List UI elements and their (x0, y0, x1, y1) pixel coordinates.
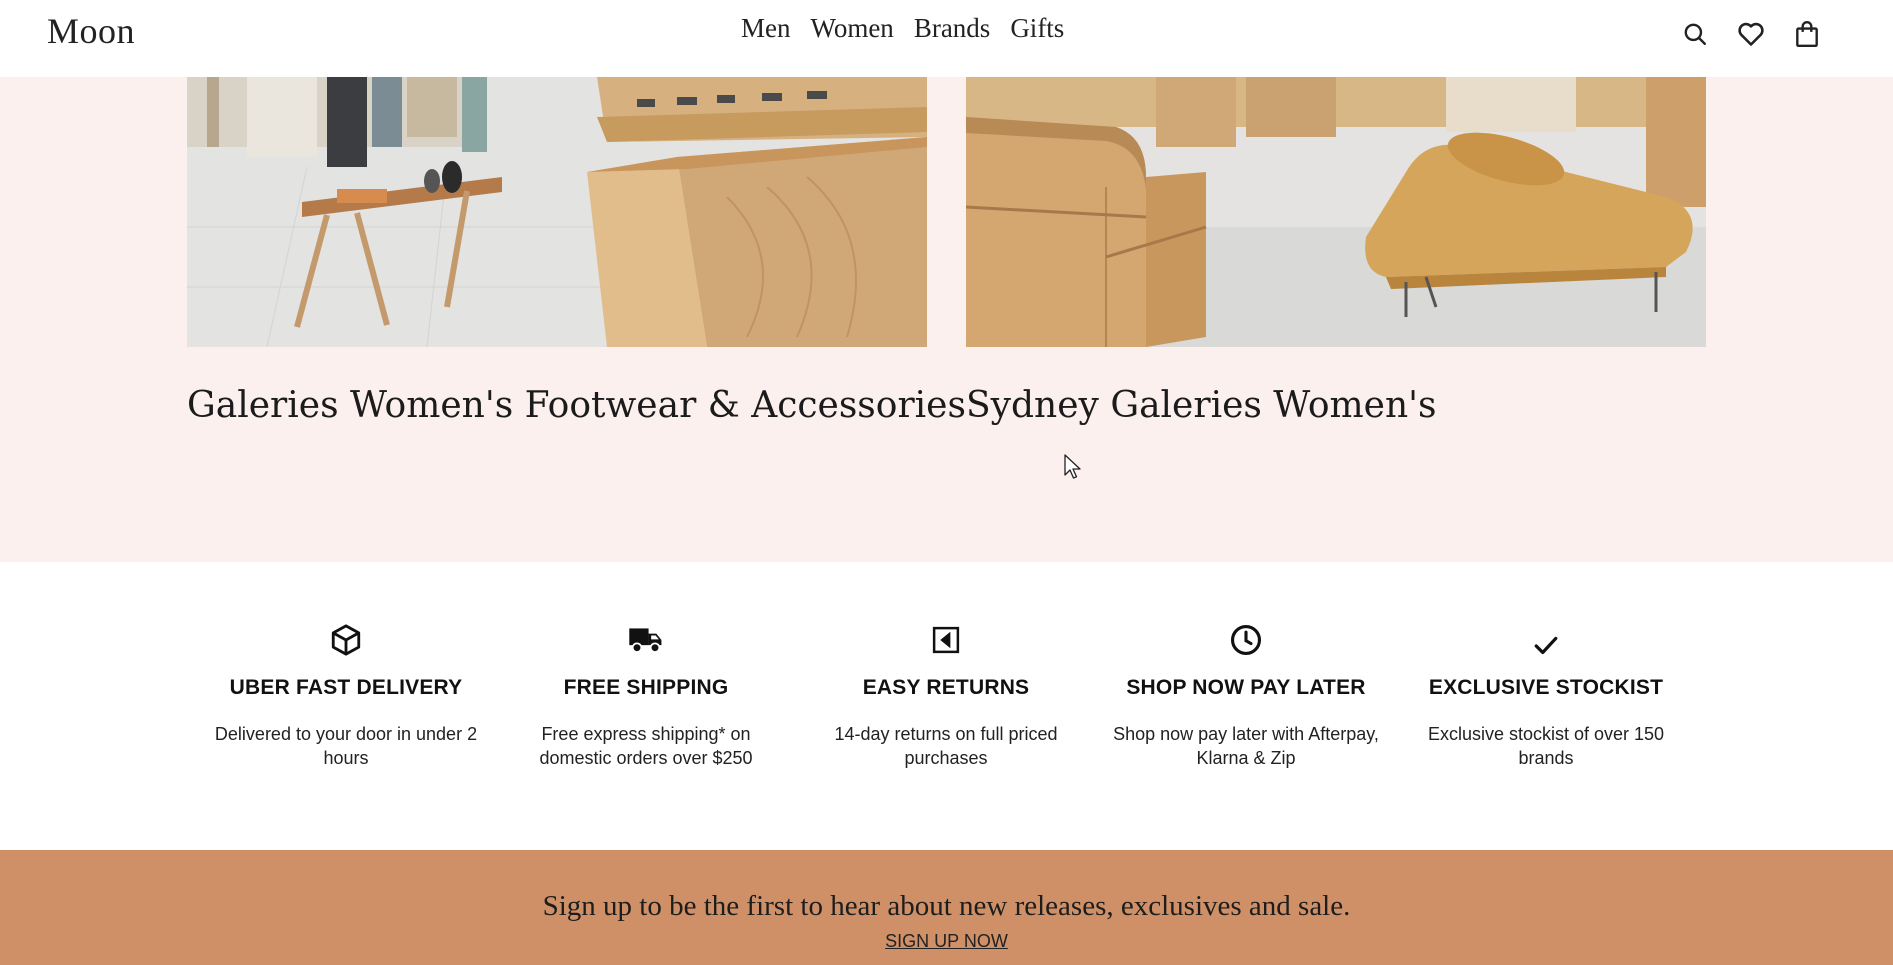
stores-section: Galeries Women's Footwear & Accessories (0, 77, 1893, 562)
nav-men[interactable]: Men (741, 13, 791, 44)
feature-description: Shop now pay later with Afterpay, Klarna… (1113, 724, 1379, 768)
feature-title: FREE SHIPPING (563, 676, 729, 699)
feature-title: EASY RETURNS (862, 676, 1030, 699)
store-title[interactable]: Sydney Galeries Women's (966, 385, 1706, 426)
feature-title: SHOP NOW PAY LATER (1126, 676, 1366, 699)
main-nav: Men Women Brands Gifts (741, 13, 1064, 44)
box-icon (201, 620, 491, 660)
signup-link[interactable]: SIGN UP NOW (885, 931, 1008, 952)
site-logo[interactable]: Moon (47, 10, 135, 52)
feature-description: Exclusive stockist of over 150 brands (1427, 724, 1665, 768)
return-icon (801, 620, 1091, 660)
feature-stockist: EXCLUSIVE STOCKIST Exclusive stockist of… (1401, 632, 1691, 770)
store-title[interactable]: Galeries Women's Footwear & Accessories (187, 385, 966, 426)
store-image[interactable] (966, 77, 1706, 347)
truck-icon (501, 620, 791, 660)
store-image[interactable] (187, 77, 927, 347)
feature-pay-later: SHOP NOW PAY LATER Shop now pay later wi… (1101, 620, 1391, 770)
features-section: UBER FAST DELIVERY Delivered to your doo… (0, 562, 1893, 850)
header-actions (1679, 18, 1823, 50)
feature-description: Free express shipping* on domestic order… (539, 724, 753, 768)
feature-shipping: FREE SHIPPING Free express shipping* on … (501, 620, 791, 770)
heart-icon[interactable] (1735, 18, 1767, 50)
store-card[interactable]: Sydney Galeries Women's (966, 77, 1706, 426)
feature-delivery: UBER FAST DELIVERY Delivered to your doo… (201, 620, 491, 770)
nav-brands[interactable]: Brands (914, 13, 991, 44)
check-icon (1401, 632, 1691, 660)
site-header: Moon Men Women Brands Gifts (0, 0, 1893, 77)
feature-returns: EASY RETURNS 14-day returns on full pric… (801, 620, 1091, 770)
nav-women[interactable]: Women (811, 13, 894, 44)
feature-description: 14-day returns on full priced purchases (834, 724, 1058, 768)
feature-description: Delivered to your door in under 2 hours (214, 724, 478, 768)
feature-title: UBER FAST DELIVERY (229, 676, 463, 699)
newsletter-signup: Sign up to be the first to hear about ne… (0, 850, 1893, 965)
search-icon[interactable] (1679, 18, 1711, 50)
mouse-cursor-icon (1064, 454, 1082, 485)
store-card[interactable]: Galeries Women's Footwear & Accessories (187, 77, 966, 426)
clock-icon (1101, 620, 1391, 660)
signup-text: Sign up to be the first to hear about ne… (542, 890, 1351, 922)
feature-title: EXCLUSIVE STOCKIST (1428, 676, 1664, 699)
nav-gifts[interactable]: Gifts (1010, 13, 1064, 44)
bag-icon[interactable] (1791, 18, 1823, 50)
